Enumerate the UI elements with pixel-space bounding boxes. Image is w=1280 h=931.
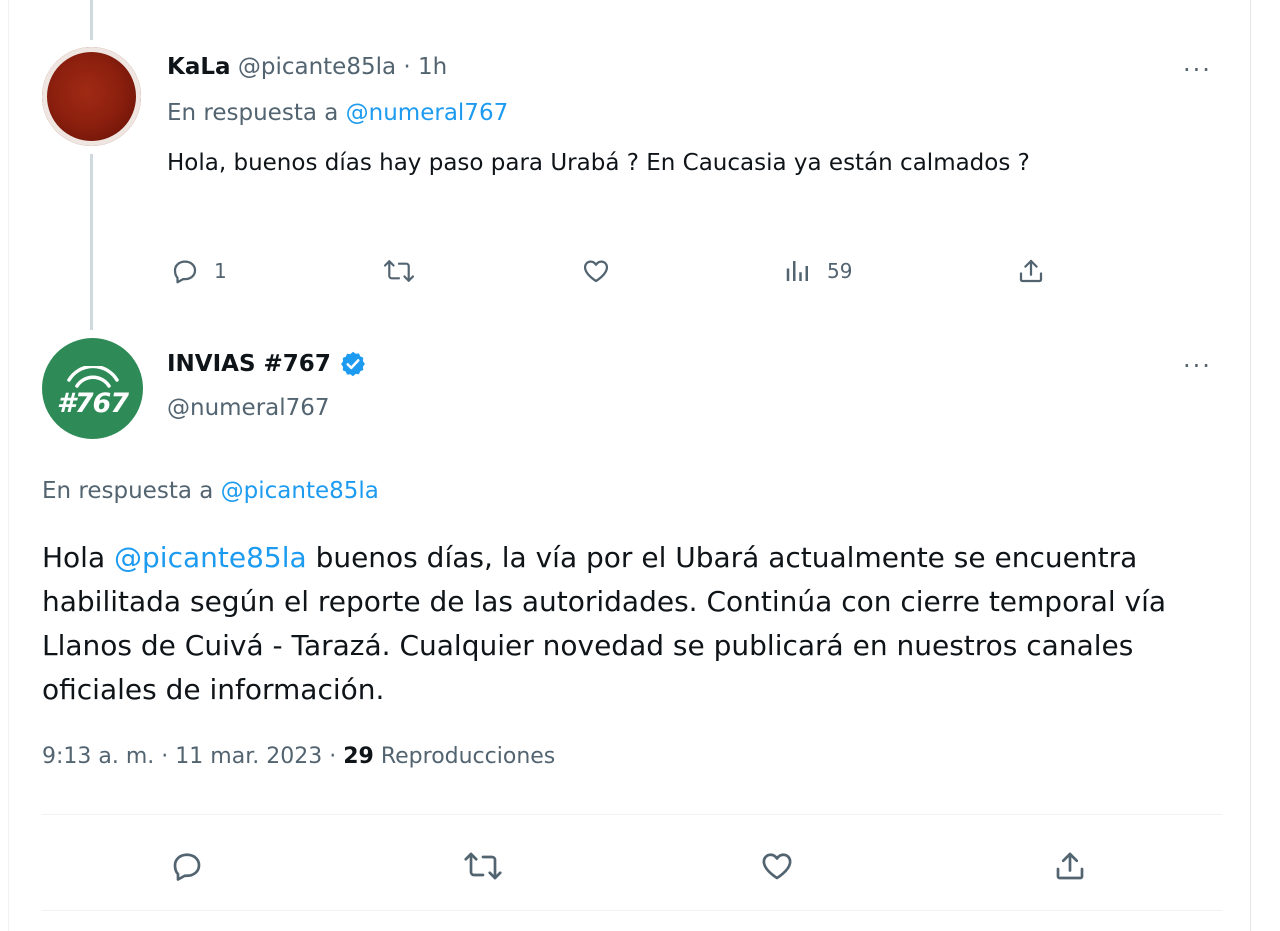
avatar-kala[interactable]	[42, 47, 141, 146]
reply-mention-link[interactable]: @numeral767	[346, 100, 509, 126]
views-count: 59	[827, 259, 853, 283]
separator-dot: ·	[403, 54, 411, 80]
divider-bottom	[42, 910, 1222, 911]
timeline-right-border	[1250, 0, 1251, 931]
like-button[interactable]	[580, 256, 612, 286]
retweet-icon	[464, 852, 502, 880]
more-icon[interactable]: ···	[1183, 56, 1212, 84]
author-name[interactable]: KaLa	[167, 54, 231, 80]
like-icon	[762, 853, 792, 880]
main-reply-context: En respuesta a @picante85la	[42, 478, 379, 504]
share-icon	[1019, 259, 1043, 283]
main-author-handle[interactable]: @numeral767	[167, 395, 330, 421]
views-icon	[786, 261, 808, 281]
share-button[interactable]	[1016, 256, 1046, 286]
main-tweet-text: Hola @picante85la buenos días, la vía po…	[42, 536, 1202, 712]
main-like-button[interactable]	[757, 848, 797, 884]
tweet-date[interactable]: 11 mar. 2023	[175, 744, 322, 769]
avatar-number: #767	[56, 388, 129, 419]
tweet-text: Hola, buenos días hay paso para Urabá ? …	[167, 150, 1030, 176]
reply-icon	[173, 853, 201, 881]
author-handle[interactable]: @picante85la	[238, 54, 396, 80]
share-icon	[1056, 852, 1084, 880]
more-icon[interactable]: ···	[1183, 352, 1212, 380]
reply-icon	[173, 260, 197, 284]
reply-prefix: En respuesta a	[42, 478, 214, 504]
main-author-name-row: INVIAS #767	[167, 350, 367, 378]
text-greeting: Hola	[42, 541, 106, 574]
main-share-button[interactable]	[1052, 848, 1088, 884]
like-icon	[583, 260, 609, 283]
timeline-left-border	[8, 0, 9, 931]
avatar-invias[interactable]: #767	[42, 338, 143, 439]
thread-line-top	[90, 0, 93, 40]
tweet-meta: 9:13 a. m. · 11 mar. 2023 · 29 Reproducc…	[42, 744, 555, 769]
meta-separator: ·	[329, 744, 337, 769]
thread-line-connector	[90, 154, 93, 330]
reply-context: En respuesta a @numeral767	[167, 100, 508, 126]
tweet-time[interactable]: 1h	[418, 54, 447, 80]
text-mention-link[interactable]: @picante85la	[114, 541, 307, 574]
reply-count: 1	[214, 259, 227, 283]
divider-top	[42, 814, 1222, 815]
retweet-icon	[383, 260, 415, 282]
views-number: 29	[343, 744, 374, 769]
retweet-button[interactable]	[382, 256, 416, 286]
meta-separator: ·	[161, 744, 169, 769]
main-author-name[interactable]: INVIAS #767	[167, 351, 331, 377]
main-reply-button[interactable]	[169, 848, 205, 884]
reply-tweet-header: KaLa @picante85la · 1h	[167, 54, 447, 80]
views-button[interactable]: 59	[783, 256, 852, 286]
views-label: Reproducciones	[380, 744, 556, 769]
reply-mention-link[interactable]: @picante85la	[221, 478, 379, 504]
reply-button[interactable]: 1	[170, 256, 227, 286]
tweet-time[interactable]: 9:13 a. m.	[42, 744, 154, 769]
verified-badge-icon[interactable]	[339, 350, 367, 378]
reply-prefix: En respuesta a	[167, 100, 339, 126]
main-retweet-button[interactable]	[462, 848, 504, 884]
